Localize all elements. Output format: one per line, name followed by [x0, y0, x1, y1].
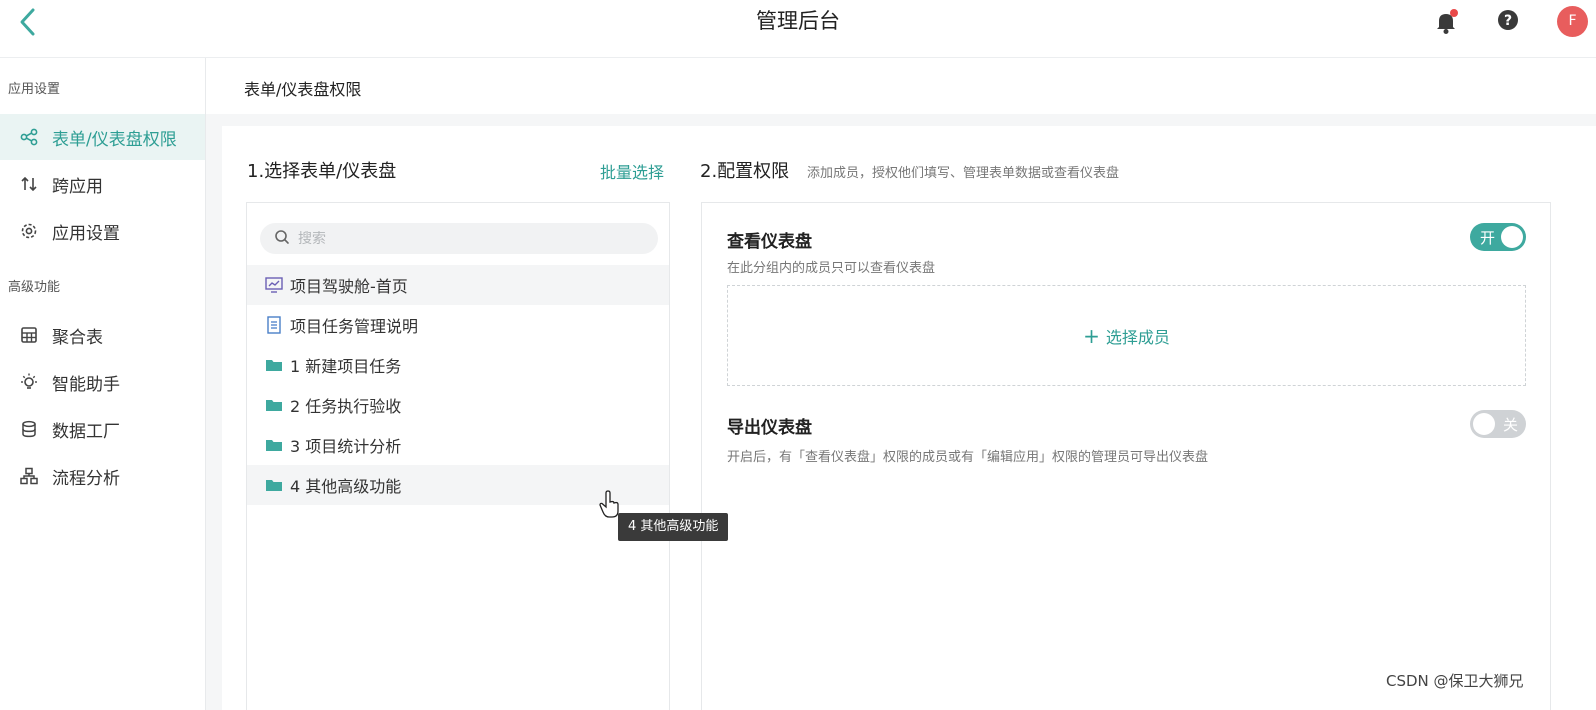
- toggle-label: 开: [1480, 229, 1496, 247]
- permission-config-panel: 查看仪表盘 在此分组内的成员只可以查看仪表盘 开 + 选择成员 导出仪表盘 开启…: [701, 202, 1551, 710]
- list-item[interactable]: 1 新建项目任务: [247, 345, 669, 385]
- list-item-label: 4 其他高级功能: [290, 477, 402, 496]
- sidebar-item-label: 数据工厂: [52, 421, 120, 442]
- sidebar-item-aggregate-table[interactable]: 聚合表: [0, 312, 205, 358]
- sidebar-item-data-factory[interactable]: 数据工厂: [0, 406, 205, 452]
- export-dashboard-desc: 开启后，有「查看仪表盘」权限的成员或有「编辑应用」权限的管理员可导出仪表盘: [727, 450, 1209, 465]
- config-permission-desc: 添加成员，授权他们填写、管理表单数据或查看仪表盘: [807, 166, 1120, 181]
- folder-icon: [264, 395, 284, 415]
- table-icon: [18, 324, 40, 346]
- sidebar-item-label: 跨应用: [52, 176, 103, 197]
- export-dashboard-title: 导出仪表盘: [727, 418, 812, 438]
- breadcrumb-bar: 表单/仪表盘权限: [206, 58, 1596, 114]
- list-item[interactable]: 3 项目统计分析: [247, 425, 669, 465]
- flow-icon: [18, 465, 40, 487]
- select-form-title: 1.选择表单/仪表盘: [247, 161, 397, 182]
- dashboard-icon: [264, 275, 284, 295]
- sidebar-item-label: 聚合表: [52, 327, 103, 348]
- tooltip: 4 其他高级功能: [618, 513, 729, 541]
- sidebar-group-label: 高级功能: [8, 280, 61, 295]
- sidebar-item-cross-app[interactable]: 跨应用: [0, 161, 205, 207]
- sidebar-item-label: 智能助手: [52, 374, 120, 395]
- svg-text:?: ?: [1504, 13, 1512, 29]
- user-avatar[interactable]: F: [1557, 6, 1588, 37]
- list-item-label: 1 新建项目任务: [290, 357, 402, 376]
- toggle-label: 关: [1502, 416, 1518, 434]
- plus-icon: +: [1083, 323, 1100, 348]
- folder-icon: [264, 435, 284, 455]
- search-icon: [274, 229, 290, 249]
- search-box[interactable]: [260, 223, 658, 254]
- folder-icon: [264, 475, 284, 495]
- sidebar-item-label: 表单/仪表盘权限: [52, 129, 177, 150]
- search-input[interactable]: [298, 230, 638, 247]
- sidebar-item-app-settings[interactable]: 应用设置: [0, 208, 205, 254]
- top-header: 管理后台 ? F: [0, 0, 1596, 58]
- gear-icon: [18, 220, 40, 242]
- view-dashboard-toggle[interactable]: 开: [1470, 223, 1526, 251]
- toggle-knob: [1473, 413, 1495, 435]
- batch-select-link[interactable]: 批量选择: [600, 159, 664, 183]
- sidebar-item-form-permissions[interactable]: 表单/仪表盘权限: [0, 114, 205, 160]
- bell-icon[interactable]: [1432, 8, 1460, 36]
- form-list-panel: 项目驾驶舱-首页 项目任务管理说明 1 新建项目任务 2 任务执行验收 3 项目…: [246, 202, 670, 710]
- sidebar-item-label: 流程分析: [52, 468, 120, 489]
- list-item-label: 项目驾驶舱-首页: [290, 277, 408, 296]
- sidebar: 应用设置 表单/仪表盘权限 跨应用 应用设置 高级功能 聚合表 智能助手 数据工…: [0, 58, 206, 710]
- folder-icon: [264, 355, 284, 375]
- list-item-label: 3 项目统计分析: [290, 437, 402, 456]
- sidebar-item-label: 应用设置: [52, 223, 120, 244]
- page-title: 管理后台: [756, 9, 840, 33]
- document-icon: [264, 315, 284, 335]
- toggle-knob: [1501, 226, 1523, 248]
- breadcrumb: 表单/仪表盘权限: [244, 80, 362, 99]
- help-icon[interactable]: ?: [1494, 8, 1522, 36]
- watermark: CSDN @保卫大狮兄: [1386, 672, 1524, 690]
- sidebar-group-label: 应用设置: [8, 82, 61, 97]
- view-dashboard-desc: 在此分组内的成员只可以查看仪表盘: [727, 261, 936, 276]
- select-members-label: 选择成员: [1105, 327, 1170, 347]
- list-item[interactable]: 2 任务执行验收: [247, 385, 669, 425]
- list-item-label: 项目任务管理说明: [290, 317, 419, 336]
- sidebar-item-flow-analysis[interactable]: 流程分析: [0, 453, 205, 499]
- share-icon: [18, 126, 40, 148]
- sidebar-item-smart-assistant[interactable]: 智能助手: [0, 359, 205, 405]
- list-item[interactable]: 项目任务管理说明: [247, 305, 669, 345]
- cross-app-icon: [18, 173, 40, 195]
- select-members-button[interactable]: + 选择成员: [727, 285, 1526, 386]
- config-permission-title: 2.配置权限: [700, 161, 790, 182]
- export-dashboard-toggle[interactable]: 关: [1470, 410, 1526, 438]
- list-item-label: 2 任务执行验收: [290, 397, 402, 416]
- bulb-icon: [18, 371, 40, 393]
- list-item[interactable]: 项目驾驶舱-首页: [247, 265, 669, 305]
- database-icon: [18, 418, 40, 440]
- notification-dot: [1450, 9, 1458, 17]
- view-dashboard-title: 查看仪表盘: [727, 232, 812, 252]
